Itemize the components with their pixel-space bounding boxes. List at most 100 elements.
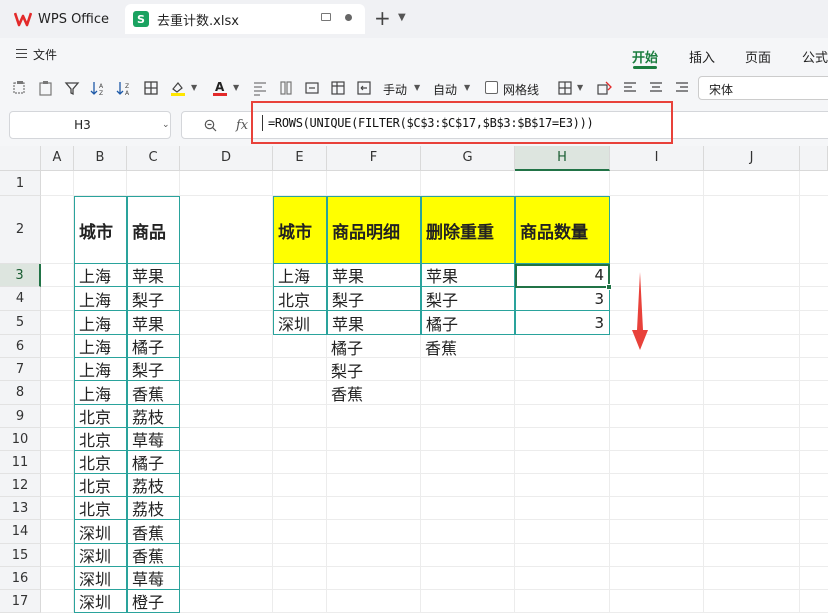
cell-c10[interactable]: 草莓 (127, 428, 180, 451)
cell-f7[interactable]: 梨子 (327, 358, 421, 381)
cell-f6[interactable]: 橘子 (327, 335, 421, 358)
row-header-13[interactable]: 13 (0, 497, 41, 520)
column-header-e[interactable]: E (273, 146, 327, 171)
cell-e5[interactable]: 深圳 (273, 311, 327, 335)
row-header-12[interactable]: 12 (0, 474, 41, 497)
cell-g5[interactable]: 橘子 (421, 311, 515, 335)
document-tab[interactable]: S 去重计数.xlsx (125, 4, 365, 34)
cell-g2[interactable]: 删除重重 (421, 196, 515, 264)
cell-b14[interactable]: 深圳 (74, 520, 127, 544)
table-style-icon[interactable] (330, 80, 346, 96)
cell-c2[interactable]: 商品 (127, 196, 180, 264)
align-center-icon[interactable] (648, 80, 664, 96)
row-header-9[interactable]: 9 (0, 405, 41, 428)
column-header-c[interactable]: C (127, 146, 180, 171)
clear-format-icon[interactable] (596, 80, 612, 96)
file-menu[interactable]: 文件 (33, 46, 57, 63)
cell-f5[interactable]: 苹果 (327, 311, 421, 335)
column-header-f[interactable]: F (327, 146, 421, 171)
gridlines-checkbox[interactable] (485, 81, 498, 94)
cell-c7[interactable]: 梨子 (127, 358, 180, 381)
new-tab-button[interactable]: + (374, 8, 391, 28)
cell-b3[interactable]: 上海 (74, 264, 127, 287)
cell-b8[interactable]: 上海 (74, 381, 127, 405)
cell-c12[interactable]: 荔枝 (127, 474, 180, 497)
cell-b11[interactable]: 北京 (74, 451, 127, 474)
chevron-down-icon[interactable]: ▼ (464, 83, 470, 92)
wrap-auto-label[interactable]: 自动 (433, 81, 457, 98)
unsaved-dot-icon[interactable] (345, 14, 352, 21)
cell-b12[interactable]: 北京 (74, 474, 127, 497)
cell-h2[interactable]: 商品数量 (515, 196, 610, 264)
cell-f2[interactable]: 商品明细 (327, 196, 421, 264)
merge-icon[interactable] (304, 80, 320, 96)
fill-color-icon[interactable] (170, 80, 186, 96)
sort-desc-icon[interactable]: ZA (116, 80, 132, 97)
cell-c17[interactable]: 橙子 (127, 590, 180, 613)
chevron-down-icon[interactable]: ▼ (577, 83, 583, 92)
column-header-h[interactable]: H (515, 146, 610, 171)
monitor-icon[interactable] (321, 13, 331, 21)
cell-h4[interactable]: 3 (515, 287, 610, 311)
cell-b6[interactable]: 上海 (74, 335, 127, 358)
cell-h5[interactable]: 3 (515, 311, 610, 335)
column-header-i[interactable]: I (610, 146, 704, 171)
chevron-down-icon[interactable]: ▼ (414, 83, 420, 92)
fx-icon[interactable]: fx (236, 118, 248, 133)
cell-c11[interactable]: 橘子 (127, 451, 180, 474)
row-header-4[interactable]: 4 (0, 287, 41, 311)
cell-c6[interactable]: 橘子 (127, 335, 180, 358)
paste-icon[interactable] (38, 80, 54, 96)
select-all-corner[interactable] (0, 146, 41, 171)
cell-g6[interactable]: 香蕉 (421, 335, 515, 358)
name-box[interactable]: H3 ⌄ (9, 111, 171, 139)
column-header-j[interactable]: J (704, 146, 800, 171)
align-right-icon[interactable] (674, 80, 690, 96)
cell-b17[interactable]: 深圳 (74, 590, 127, 613)
cell-e2[interactable]: 城市 (273, 196, 327, 264)
column-header-b[interactable]: B (74, 146, 127, 171)
format-painter-icon[interactable] (12, 80, 28, 96)
cell-c16[interactable]: 草莓 (127, 567, 180, 590)
row-header-11[interactable]: 11 (0, 451, 41, 474)
row-header-5[interactable]: 5 (0, 311, 41, 335)
cell-c8[interactable]: 香蕉 (127, 381, 180, 405)
cell-b4[interactable]: 上海 (74, 287, 127, 311)
cell-c4[interactable]: 梨子 (127, 287, 180, 311)
row-header-14[interactable]: 14 (0, 520, 41, 544)
column-header-a[interactable]: A (41, 146, 74, 171)
row-header-2[interactable]: 2 (0, 196, 41, 264)
cell-c15[interactable]: 香蕉 (127, 544, 180, 567)
font-name-select[interactable]: 宋体 (698, 76, 828, 100)
cell-c9[interactable]: 荔枝 (127, 405, 180, 428)
row-header-3[interactable]: 3 (0, 264, 41, 287)
fill-handle[interactable] (606, 284, 612, 290)
formula-text[interactable]: =ROWS(UNIQUE(FILTER($C$3:$C$17,$B$3:$B$1… (268, 116, 594, 130)
row-header-7[interactable]: 7 (0, 358, 41, 381)
align-left-icon[interactable] (622, 80, 638, 96)
align-icon[interactable] (252, 80, 268, 96)
row-header-6[interactable]: 6 (0, 335, 41, 358)
cell-g4[interactable]: 梨子 (421, 287, 515, 311)
tab-formula[interactable]: 公式 (802, 47, 828, 66)
wrap-manual-label[interactable]: 手动 (383, 81, 407, 98)
column-header-d[interactable]: D (180, 146, 273, 171)
cell-b2[interactable]: 城市 (74, 196, 127, 264)
cell-b9[interactable]: 北京 (74, 405, 127, 428)
column-header-g[interactable]: G (421, 146, 515, 171)
font-color-icon[interactable]: A (212, 80, 228, 96)
cell-g3[interactable]: 苹果 (421, 264, 515, 287)
row-header-1[interactable]: 1 (0, 171, 41, 196)
zoom-icon[interactable] (204, 119, 217, 132)
sort-asc-icon[interactable]: AZ (90, 80, 106, 97)
cell-c3[interactable]: 苹果 (127, 264, 180, 287)
cell-e4[interactable]: 北京 (273, 287, 327, 311)
chevron-down-icon[interactable]: ⌄ (162, 120, 170, 130)
chevron-down-icon[interactable]: ▼ (191, 83, 197, 92)
cell-f3[interactable]: 苹果 (327, 264, 421, 287)
cell-c5[interactable]: 苹果 (127, 311, 180, 335)
borders-icon[interactable] (143, 80, 159, 96)
cell-b15[interactable]: 深圳 (74, 544, 127, 567)
cell-b5[interactable]: 上海 (74, 311, 127, 335)
cell-c13[interactable]: 荔枝 (127, 497, 180, 520)
